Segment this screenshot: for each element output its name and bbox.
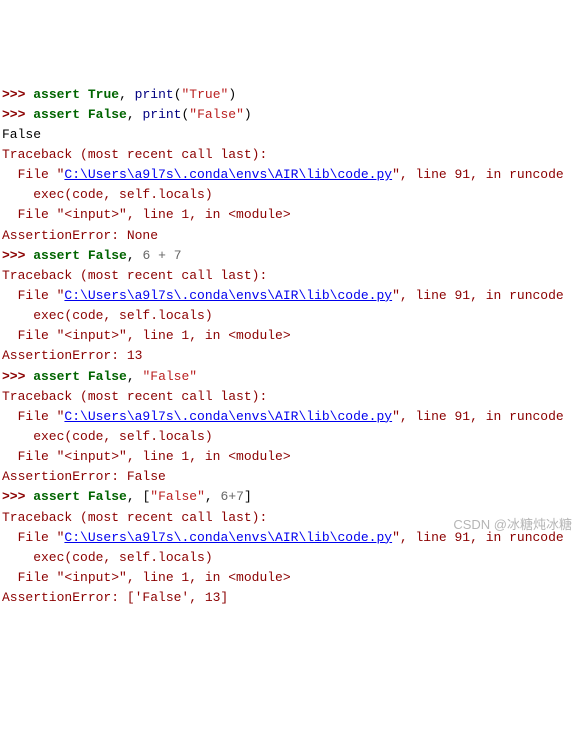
watermark: CSDN @冰糖炖冰糖: [453, 515, 572, 535]
traceback-header: Traceback (most recent call last):: [2, 389, 267, 404]
operator-plus: +: [228, 489, 236, 504]
string-literal: "False": [189, 107, 244, 122]
keyword-assert: assert: [33, 489, 80, 504]
bool-true: True: [88, 87, 119, 102]
traceback-exec: exec(code, self.locals): [2, 187, 213, 202]
traceback-header: Traceback (most recent call last):: [2, 510, 267, 525]
input-line-4: >>> assert False, "False": [2, 369, 197, 384]
input-line-3: >>> assert False, 6 + 7: [2, 248, 182, 263]
prompt: >>>: [2, 107, 25, 122]
input-line-5: >>> assert False, ["False", 6+7]: [2, 489, 252, 504]
traceback-path-link[interactable]: C:\Users\a9l7s\.conda\envs\AIR\lib\code.…: [64, 167, 392, 182]
keyword-assert: assert: [33, 87, 80, 102]
traceback-exec: exec(code, self.locals): [2, 308, 213, 323]
stdout-line: False: [2, 127, 41, 142]
keyword-assert: assert: [33, 107, 80, 122]
prompt: >>>: [2, 489, 25, 504]
number-literal: 7: [174, 248, 182, 263]
number-literal: 7: [236, 489, 244, 504]
func-print: print: [135, 87, 174, 102]
string-literal: "False": [150, 489, 205, 504]
traceback-exec: exec(code, self.locals): [2, 550, 213, 565]
keyword-assert: assert: [33, 248, 80, 263]
traceback-file: File "C:\Users\a9l7s\.conda\envs\AIR\lib…: [2, 167, 564, 182]
traceback-file: File "C:\Users\a9l7s\.conda\envs\AIR\lib…: [2, 409, 564, 424]
traceback-header: Traceback (most recent call last):: [2, 268, 267, 283]
traceback-path-link[interactable]: C:\Users\a9l7s\.conda\envs\AIR\lib\code.…: [64, 288, 392, 303]
prompt: >>>: [2, 369, 25, 384]
assertion-error: AssertionError: None: [2, 228, 158, 243]
func-print: print: [142, 107, 181, 122]
operator-plus: +: [158, 248, 166, 263]
bool-false: False: [88, 369, 127, 384]
input-line-2: >>> assert False, print("False"): [2, 107, 252, 122]
assertion-error: AssertionError: ['False', 13]: [2, 590, 228, 605]
traceback-header: Traceback (most recent call last):: [2, 147, 267, 162]
traceback-input: File "<input>", line 1, in <module>: [2, 449, 291, 464]
string-literal: "False": [142, 369, 197, 384]
assertion-error: AssertionError: False: [2, 469, 166, 484]
prompt: >>>: [2, 248, 25, 263]
traceback-input: File "<input>", line 1, in <module>: [2, 328, 291, 343]
string-literal: "True": [182, 87, 229, 102]
traceback-input: File "<input>", line 1, in <module>: [2, 570, 291, 585]
keyword-assert: assert: [33, 369, 80, 384]
bool-false: False: [88, 248, 127, 263]
traceback-path-link[interactable]: C:\Users\a9l7s\.conda\envs\AIR\lib\code.…: [64, 530, 392, 545]
bool-false: False: [88, 107, 127, 122]
prompt: >>>: [2, 87, 25, 102]
traceback-exec: exec(code, self.locals): [2, 429, 213, 444]
traceback-path-link[interactable]: C:\Users\a9l7s\.conda\envs\AIR\lib\code.…: [64, 409, 392, 424]
traceback-file: File "C:\Users\a9l7s\.conda\envs\AIR\lib…: [2, 288, 564, 303]
input-line-1: >>> assert True, print("True"): [2, 87, 236, 102]
assertion-error: AssertionError: 13: [2, 348, 142, 363]
traceback-input: File "<input>", line 1, in <module>: [2, 207, 291, 222]
bool-false: False: [88, 489, 127, 504]
